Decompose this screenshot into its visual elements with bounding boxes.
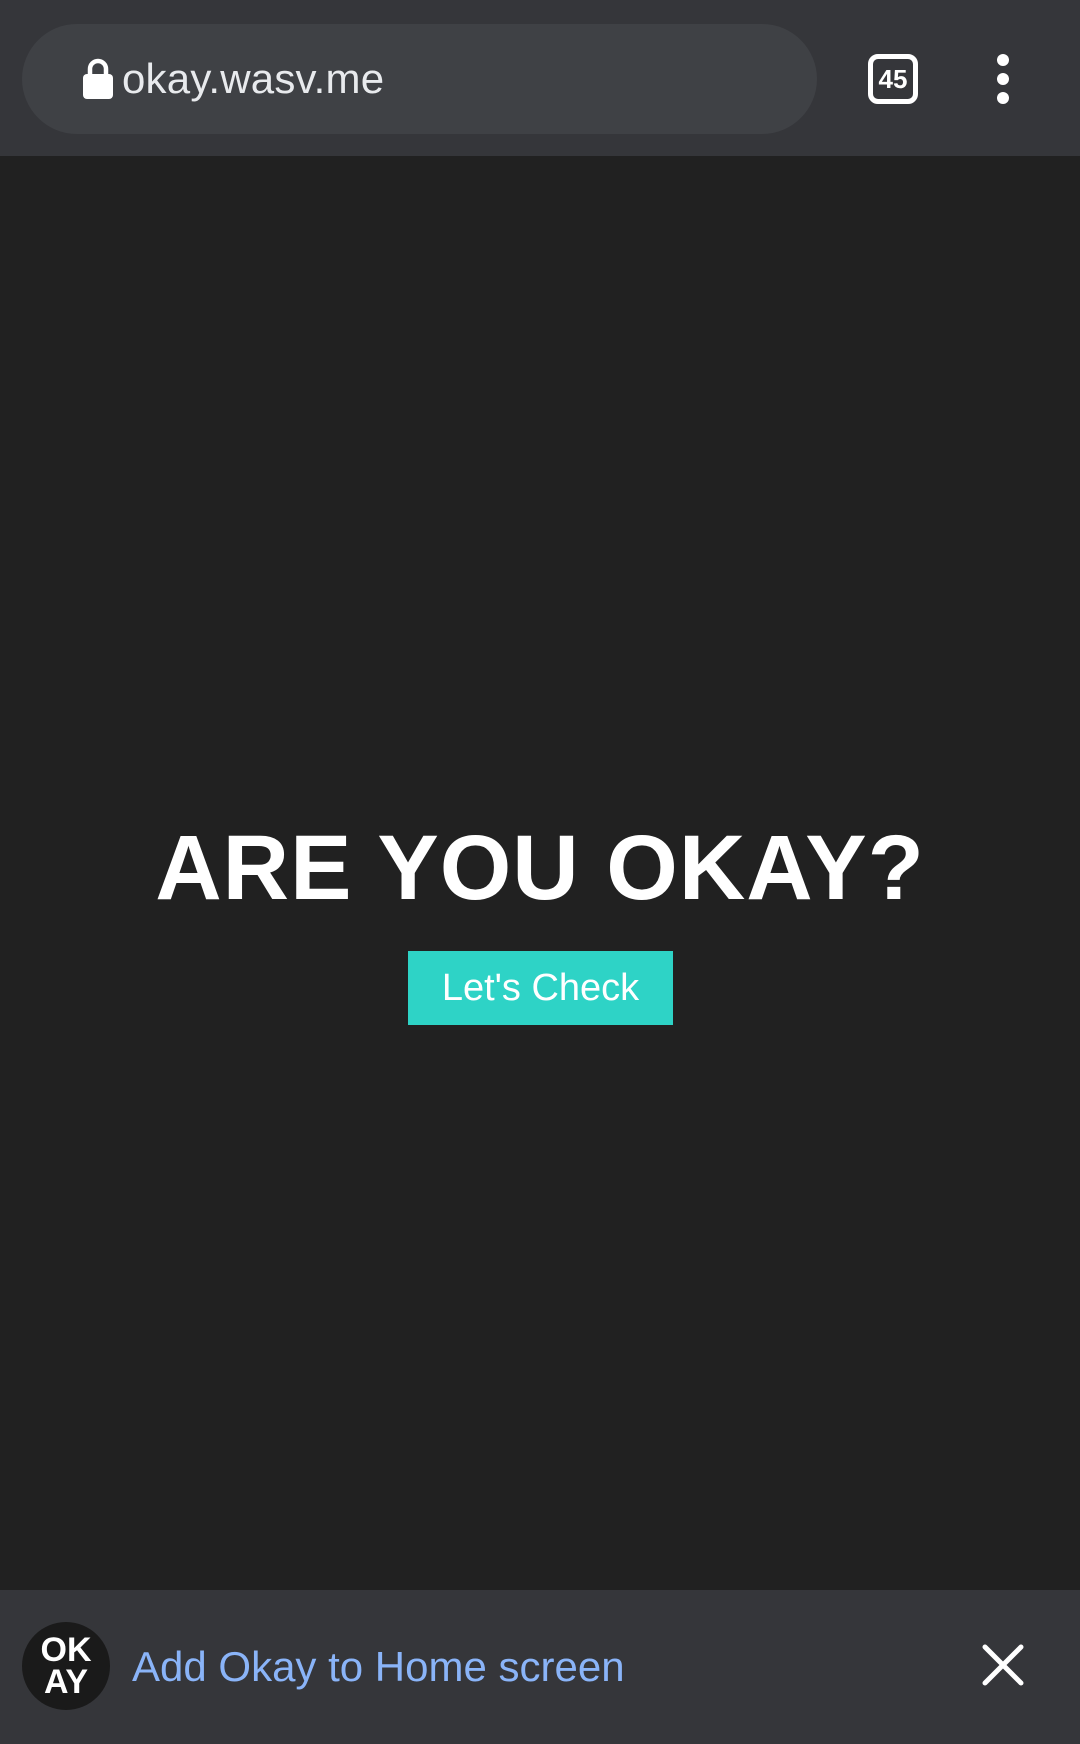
url-text: okay.wasv.me (122, 55, 385, 102)
app-logo: OK AY (22, 1622, 110, 1710)
address-bar[interactable]: okay.wasv.me (22, 24, 817, 134)
page-content: ARE YOU OKAY? Let's Check (0, 156, 1080, 1590)
browser-toolbar: okay.wasv.me 45 (0, 0, 1080, 156)
app-logo-line1: OK (40, 1631, 92, 1669)
close-icon[interactable] (978, 1640, 1028, 1690)
more-vert-icon (997, 54, 1009, 66)
more-options-button[interactable] (980, 54, 1026, 104)
page-headline: ARE YOU OKAY? (155, 817, 925, 919)
add-to-home-text[interactable]: Add Okay to Home screen (132, 1590, 625, 1744)
add-to-home-banner[interactable]: OK AY Add Okay to Home screen (0, 1590, 1080, 1744)
lock-icon (83, 58, 113, 99)
lets-check-button[interactable]: Let's Check (408, 951, 673, 1025)
app-logo-line2: AY (43, 1663, 89, 1701)
tab-switcher-button[interactable]: 45 (868, 54, 918, 104)
